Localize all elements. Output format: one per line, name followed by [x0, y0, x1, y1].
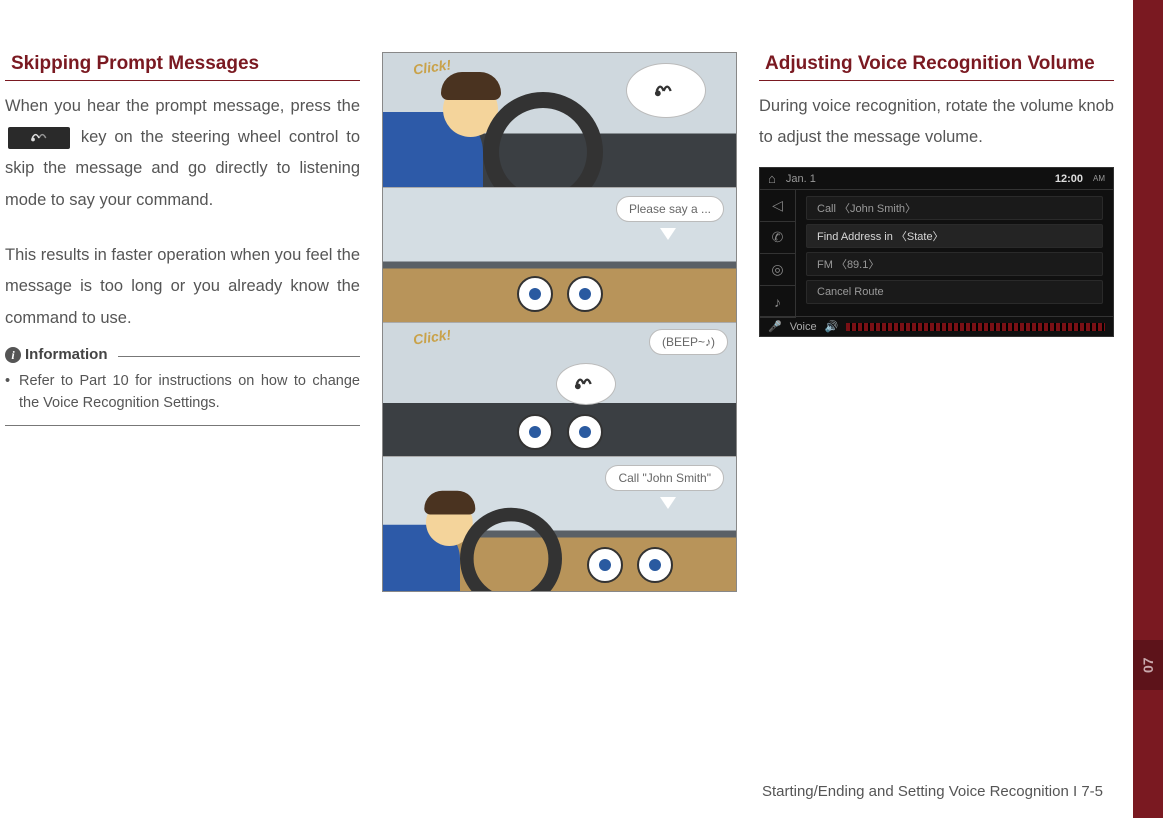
chapter-side-tab: 07 — [1133, 0, 1163, 818]
information-label: iInformation — [5, 346, 118, 363]
driver-1 — [383, 82, 553, 188]
infotainment-screenshot: ⌂ Jan. 1 12:00 AM ◁ ✆ ◎ ♪ Call 〈John Smi… — [759, 167, 1114, 337]
comic-panel-1: Click! — [383, 53, 736, 188]
mic-bubble-3 — [556, 363, 616, 405]
phone-icon: ✆ — [760, 222, 796, 254]
screen-body: ◁ ✆ ◎ ♪ Call 〈John Smith〉 Find Address i… — [760, 190, 1113, 318]
speech-tail-2 — [660, 228, 676, 240]
nav-icon: ◎ — [760, 254, 796, 286]
comic-strip: Click! Please say a ... — [382, 52, 737, 592]
home-icon: ⌂ — [768, 171, 776, 186]
voice-key-icon — [8, 127, 70, 149]
column-right: Adjusting Voice Recognition Volume Durin… — [759, 52, 1114, 592]
mic-waves-icon — [572, 370, 600, 398]
information-bullet: Refer to Part 10 for instructions on how… — [5, 371, 360, 415]
car-eyes-4 — [587, 547, 673, 583]
driver-4 — [383, 499, 520, 591]
paragraph-skip-1: When you hear the prompt message, press … — [5, 91, 360, 216]
comic-panel-3: Click! (BEEP~♪) — [383, 323, 736, 458]
screen-ampm: AM — [1093, 174, 1105, 183]
speech-bubble-4: Call "John Smith" — [605, 465, 724, 491]
music-icon: ♪ — [760, 286, 796, 318]
chapter-number: 07 — [1133, 640, 1163, 690]
back-icon: ◁ — [760, 190, 796, 222]
screen-time: 12:00 — [1055, 173, 1083, 185]
paragraph-volume: During voice recognition, rotate the vol… — [759, 91, 1114, 154]
column-left: Skipping Prompt Messages When you hear t… — [5, 52, 360, 592]
information-end-rule — [5, 425, 360, 426]
volume-level-bar — [846, 323, 1105, 331]
mic-small-icon: 🎤 — [768, 320, 782, 333]
screen-date: Jan. 1 — [786, 173, 816, 185]
screen-volume-bar: 🎤 Voice 🔊 — [760, 316, 1113, 336]
screen-sidebar: ◁ ✆ ◎ ♪ — [760, 190, 796, 318]
voice-label: Voice — [790, 321, 817, 333]
comic-panel-4: Call "John Smith" — [383, 457, 736, 591]
column-middle: Click! Please say a ... — [382, 52, 737, 592]
content-columns: Skipping Prompt Messages When you hear t… — [5, 52, 1115, 592]
info-icon: i — [5, 347, 21, 363]
screen-row-0: Call 〈John Smith〉 — [806, 196, 1103, 220]
screen-command-list: Call 〈John Smith〉 Find Address in 〈State… — [796, 190, 1113, 318]
mic-waves-icon — [652, 77, 680, 105]
page: 07 Skipping Prompt Messages When you hea… — [0, 0, 1163, 818]
screen-row-3: Cancel Route — [806, 280, 1103, 304]
screen-row-2: FM 〈89.1〉 — [806, 252, 1103, 276]
speaker-icon: 🔊 — [825, 320, 839, 333]
speech-bubble-2: Please say a ... — [616, 196, 724, 222]
speech-tail-4 — [660, 497, 676, 509]
mic-bubble-1 — [626, 63, 706, 118]
screen-status-bar: ⌂ Jan. 1 12:00 AM — [760, 168, 1113, 190]
paragraph-skip-2: This results in faster operation when yo… — [5, 240, 360, 334]
page-footer: Starting/Ending and Setting Voice Recogn… — [762, 783, 1103, 800]
section-heading-volume: Adjusting Voice Recognition Volume — [759, 52, 1114, 81]
speech-bubble-3: (BEEP~♪) — [649, 329, 728, 355]
para1-part-a: When you hear the prompt message, press … — [5, 97, 360, 115]
car-eyes-3 — [517, 414, 603, 450]
comic-panel-2: Please say a ... — [383, 188, 736, 323]
section-heading-skipping: Skipping Prompt Messages — [5, 52, 360, 81]
car-eyes-2 — [517, 276, 603, 312]
information-label-text: Information — [25, 346, 108, 363]
screen-row-1: Find Address in 〈State〉 — [806, 224, 1103, 248]
information-rule: iInformation — [5, 356, 360, 357]
